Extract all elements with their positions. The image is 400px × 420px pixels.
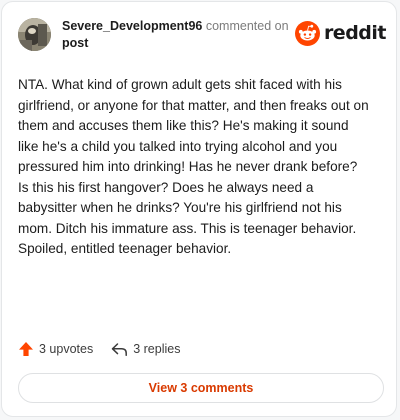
post-link[interactable]: post: [62, 35, 302, 52]
avatar-image: [18, 18, 51, 51]
reply-arrow-icon: [111, 342, 128, 356]
reply-count: 3 replies: [133, 342, 181, 356]
reply-action[interactable]: 3 replies: [111, 342, 180, 357]
comment-card: Severe_Development96 commented on post r…: [1, 1, 397, 417]
upvote-count: 3 upvotes: [39, 342, 94, 356]
view-comments-button[interactable]: View 3 comments: [18, 373, 384, 403]
upvote-arrow-icon: [19, 342, 33, 356]
reddit-logo[interactable]: reddit: [294, 20, 387, 46]
upvote-action[interactable]: 3 upvotes: [18, 341, 93, 357]
avatar[interactable]: [18, 18, 51, 51]
comment-meta: Severe_Development96 commented on post: [62, 18, 302, 52]
comment-header: Severe_Development96 commented on post r…: [18, 17, 388, 53]
comment-actions: 3 upvotes 3 replies: [18, 338, 198, 360]
comment-body: NTA. What kind of grown adult gets shit …: [18, 77, 369, 256]
username[interactable]: Severe_Development96: [62, 19, 202, 33]
commented-on-label: commented on: [205, 19, 289, 33]
reddit-wordmark: reddit: [323, 22, 387, 44]
reddit-snoo-icon: [294, 20, 320, 46]
